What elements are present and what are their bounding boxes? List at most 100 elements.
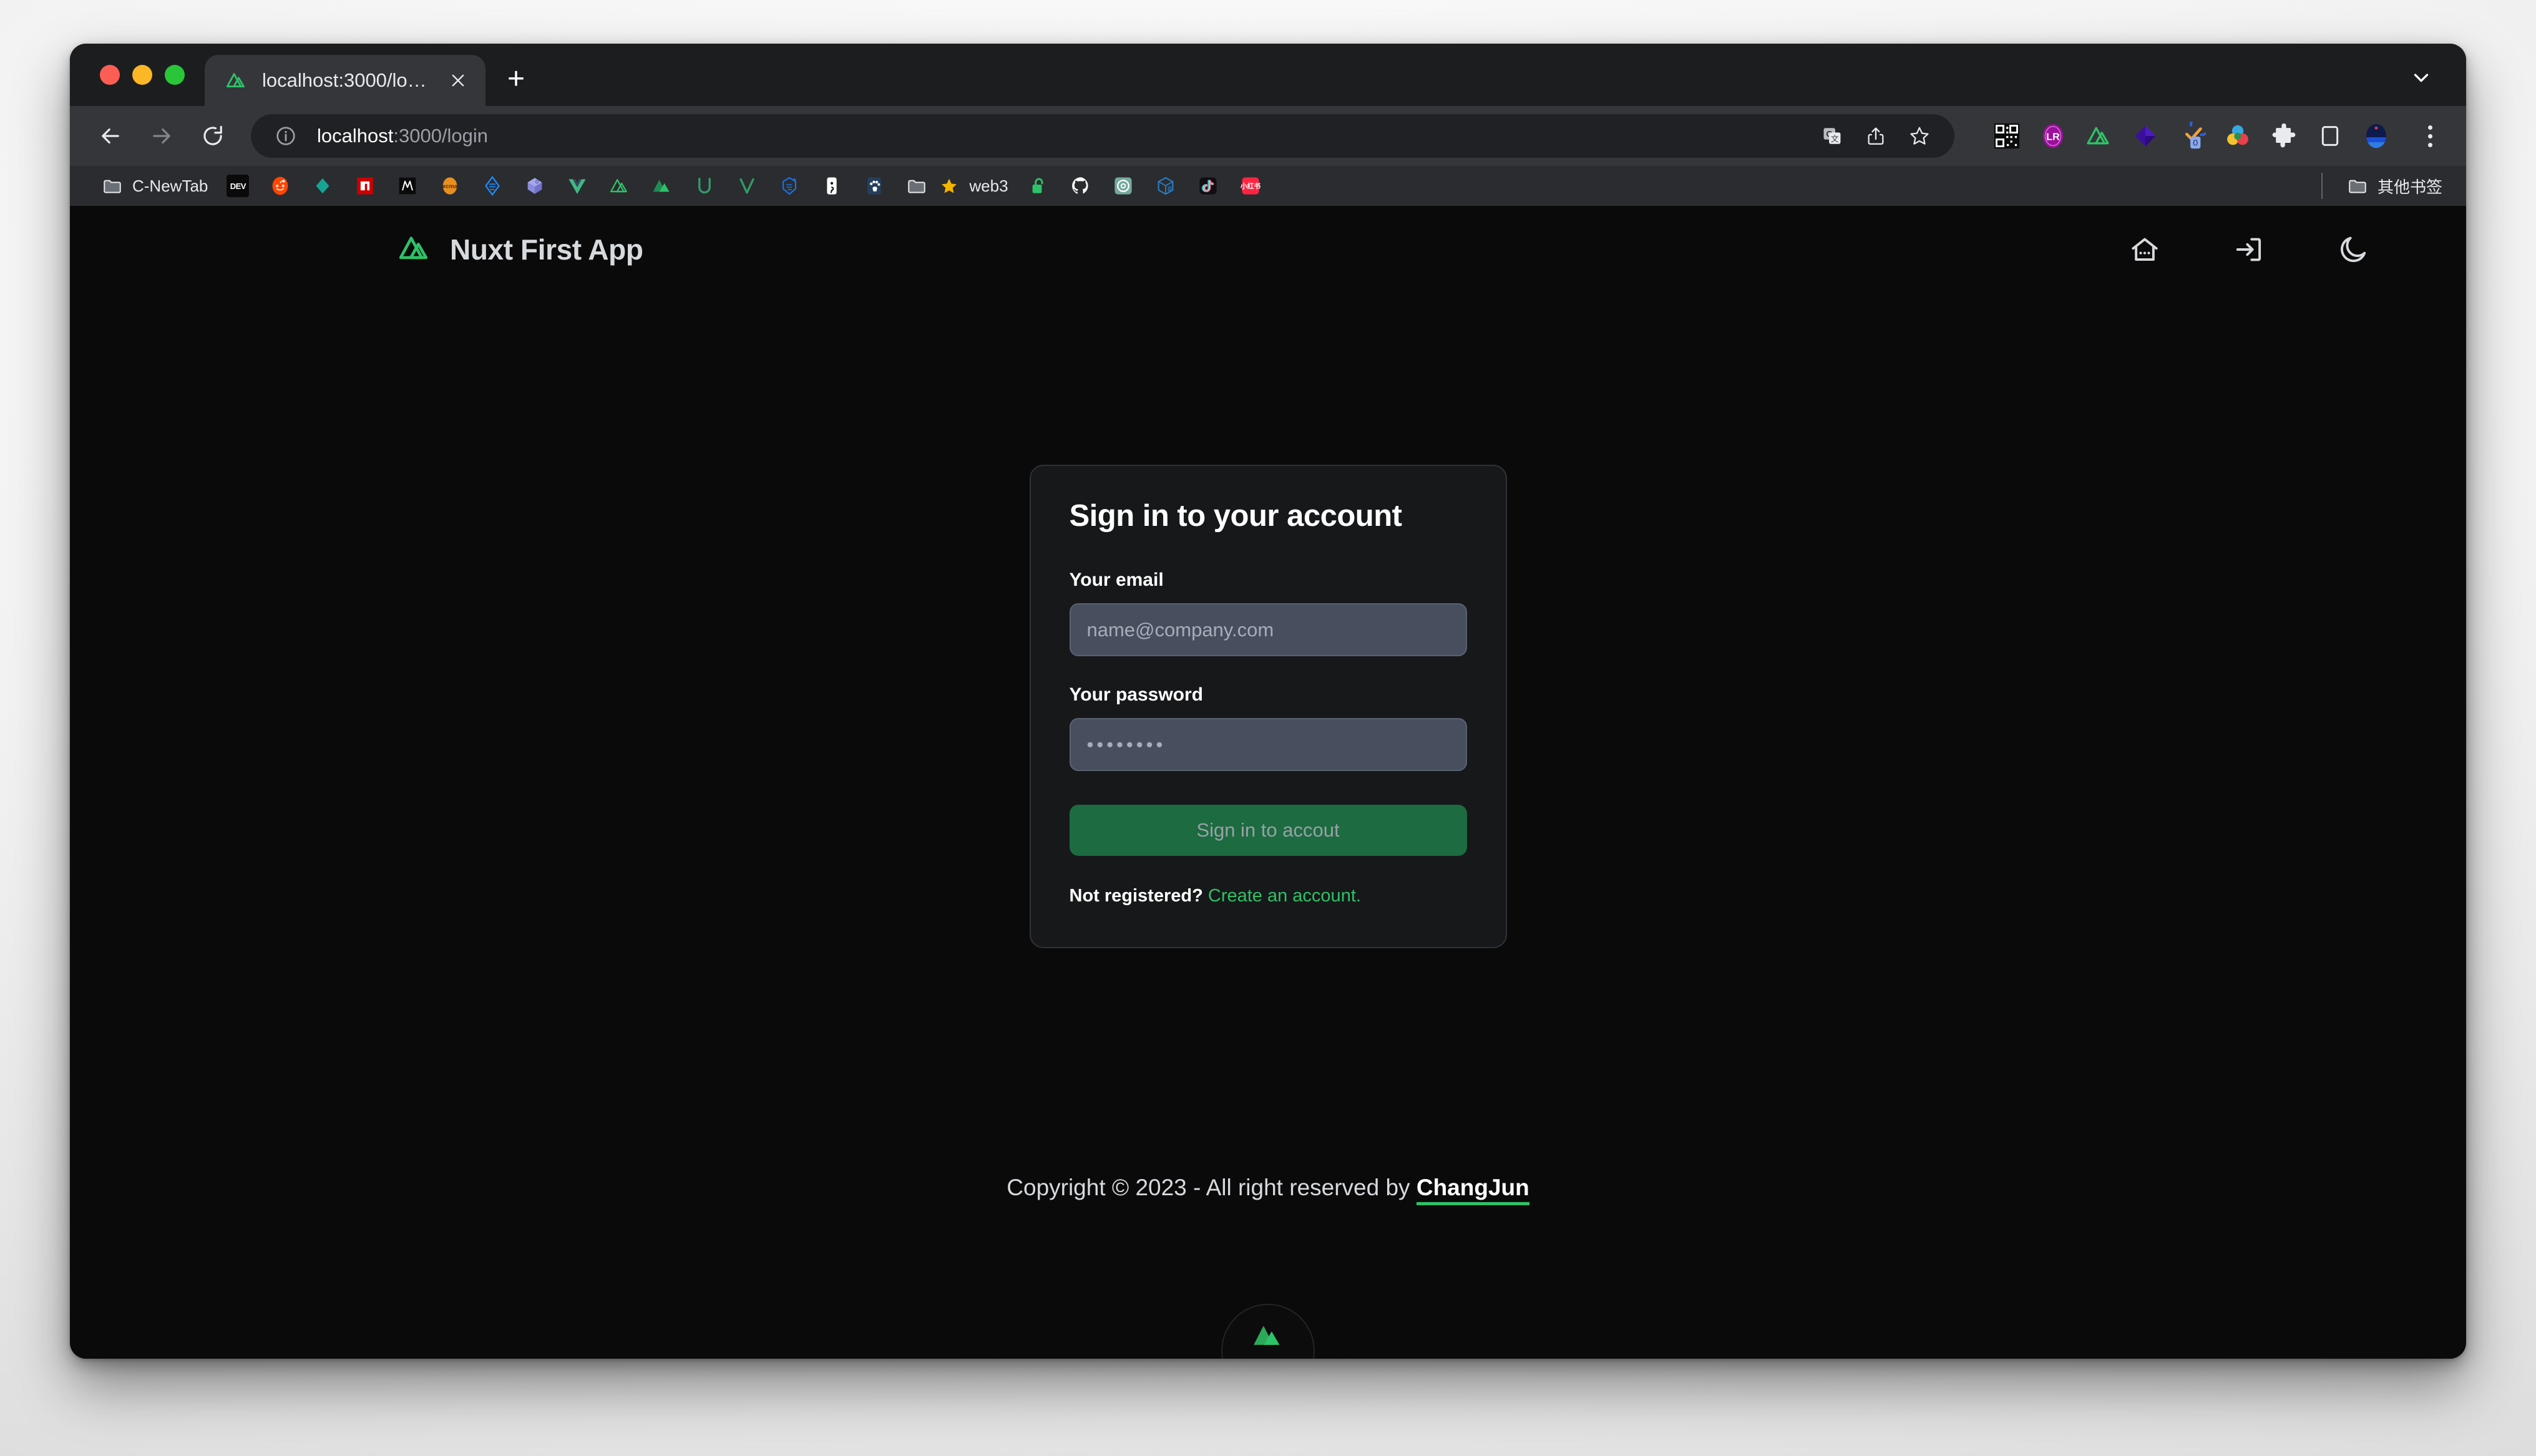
arrow-left-icon[interactable] — [87, 113, 134, 159]
omnibox-actions: G 文 — [1816, 120, 1936, 152]
diamond-extension-icon[interactable] — [2130, 121, 2160, 151]
xiaohongshu-icon: 小红书 — [1238, 173, 1263, 198]
bookmark-npm[interactable] — [344, 171, 386, 201]
login-card: Sign in to your account Your email Your … — [1030, 465, 1507, 948]
bookmark-xiaohongshu[interactable]: 小红书 — [1229, 171, 1272, 201]
translate-icon[interactable]: G 文 — [1816, 120, 1848, 152]
new-tab-button[interactable]: + — [495, 59, 537, 100]
omnibox[interactable]: localhost:3000/login G 文 — [251, 114, 1954, 158]
bookmark-openai[interactable] — [1102, 171, 1144, 201]
bookmarks-bar: C-NewTab DEV — [70, 166, 2466, 206]
bookmark-teal-diamond[interactable] — [301, 171, 344, 201]
bookmark-star-icon[interactable] — [1903, 120, 1936, 152]
bookmark-folder-web3[interactable]: web3 — [895, 171, 1017, 201]
bookmark-package[interactable] — [1144, 171, 1187, 201]
register-footnote: Not registered? Create an account. — [1070, 886, 1467, 906]
bookmark-vitest[interactable] — [726, 171, 768, 201]
color-picker-extension-icon[interactable] — [2223, 121, 2253, 151]
three-dot-menu-icon[interactable] — [2412, 119, 2447, 153]
login-icon[interactable] — [2230, 230, 2268, 269]
omnibox-url-path: :3000/login — [393, 125, 488, 147]
bookmark-tiktok[interactable] — [1187, 171, 1229, 201]
bookmark-folder-c-newtab[interactable]: C-NewTab — [91, 171, 217, 201]
svg-text:0: 0 — [2193, 138, 2198, 148]
openai-icon — [1111, 173, 1136, 198]
bookmark-nuxt-modules[interactable] — [853, 171, 895, 201]
bookmarks-divider — [2321, 173, 2323, 199]
window-minimize-button[interactable] — [132, 65, 152, 85]
bookmark-nuxt-outline[interactable] — [598, 171, 641, 201]
medium-icon — [395, 173, 420, 198]
bookmark-reddit[interactable] — [259, 171, 301, 201]
svg-text:ecma: ecma — [442, 183, 458, 189]
profile-avatar[interactable] — [2361, 121, 2391, 151]
close-icon[interactable] — [444, 67, 472, 94]
lastpass-extension-icon[interactable]: LR — [2038, 121, 2068, 151]
password-input[interactable]: •••••••• — [1070, 718, 1467, 771]
nuxt-devtools-extension-icon[interactable] — [2084, 121, 2114, 151]
bookmark-semicolon[interactable] — [811, 171, 853, 201]
omnibox-url-host: localhost — [317, 125, 393, 147]
info-circle-icon[interactable] — [270, 120, 302, 152]
bookmark-label: C-NewTab — [132, 177, 208, 196]
bookmark-lock[interactable] — [1017, 171, 1060, 201]
bookmark-devto[interactable]: DEV — [217, 171, 259, 201]
brand[interactable]: Nuxt First App — [397, 231, 643, 269]
desktop-backdrop: localhost:3000/login + — [0, 0, 2536, 1456]
nuxt-logo-icon — [1251, 1319, 1285, 1356]
omnibox-url: localhost:3000/login — [317, 125, 488, 147]
email-input[interactable] — [1070, 603, 1467, 656]
svg-text:LR: LR — [2046, 132, 2060, 143]
sign-in-button[interactable]: Sign in to accout — [1070, 805, 1467, 856]
github-icon — [1068, 173, 1093, 198]
bookmark-nuxt-solid[interactable] — [641, 171, 683, 201]
chevron-down-icon[interactable] — [2404, 60, 2439, 95]
home-icon[interactable] — [2125, 230, 2164, 269]
bookmark-unocss[interactable] — [683, 171, 726, 201]
side-panel-icon[interactable] — [2315, 121, 2345, 151]
semicolon-icon — [819, 173, 844, 198]
folder-icon — [100, 173, 125, 198]
reload-icon[interactable] — [190, 113, 236, 159]
author-link[interactable]: ChangJun — [1417, 1175, 1529, 1205]
qr-code-extension-icon[interactable] — [1992, 121, 2022, 151]
extensions-puzzle-icon[interactable] — [2269, 121, 2299, 151]
other-bookmarks-folder[interactable]: 其他书签 — [2336, 171, 2451, 201]
window-maximize-button[interactable] — [165, 65, 185, 85]
bookmark-ethereum[interactable] — [471, 171, 514, 201]
svg-text:文: 文 — [1831, 134, 1839, 143]
password-placeholder-dots: •••••••• — [1087, 719, 1450, 770]
bookmark-medium[interactable] — [386, 171, 429, 201]
bookmark-vue[interactable] — [556, 171, 598, 201]
ecma-icon: ecma — [437, 173, 462, 198]
window-traffic-lights — [89, 44, 201, 106]
header-actions — [2125, 230, 2373, 269]
folder-icon — [2345, 173, 2370, 198]
todo-extension-icon[interactable]: 0 — [2177, 121, 2207, 151]
vue-icon — [565, 173, 590, 198]
arrow-right-icon[interactable] — [139, 113, 185, 159]
bookmark-github[interactable] — [1060, 171, 1102, 201]
svg-text:小红书: 小红书 — [1240, 182, 1261, 190]
browser-tab-active[interactable]: localhost:3000/login — [205, 55, 485, 106]
copyright-text: Copyright © 2023 - All right reserved by… — [1007, 1175, 1529, 1201]
ethereum-icon — [480, 173, 505, 198]
reddit-icon — [268, 173, 293, 198]
diamond-icon — [310, 173, 335, 198]
tab-strip: localhost:3000/login + — [70, 44, 2466, 106]
window-close-button[interactable] — [100, 65, 120, 85]
nuxt-logo-icon — [225, 69, 248, 92]
password-field-block: Your password •••••••• — [1070, 684, 1467, 771]
other-bookmarks-region: 其他书签 — [2318, 171, 2451, 201]
bookmark-eth-cube[interactable] — [514, 171, 556, 201]
create-account-link[interactable]: Create an account. — [1208, 886, 1361, 906]
bookmark-vueuse[interactable] — [768, 171, 811, 201]
bookmark-ecma[interactable]: ecma — [429, 171, 471, 201]
email-label: Your email — [1070, 570, 1467, 591]
folder-star-icon — [904, 173, 929, 198]
extensions-strip: LR — [1992, 121, 2391, 151]
password-label: Your password — [1070, 684, 1467, 706]
dark-mode-moon-icon[interactable] — [2334, 230, 2373, 269]
share-icon[interactable] — [1860, 120, 1892, 152]
register-footnote-lead: Not registered? — [1070, 886, 1203, 906]
